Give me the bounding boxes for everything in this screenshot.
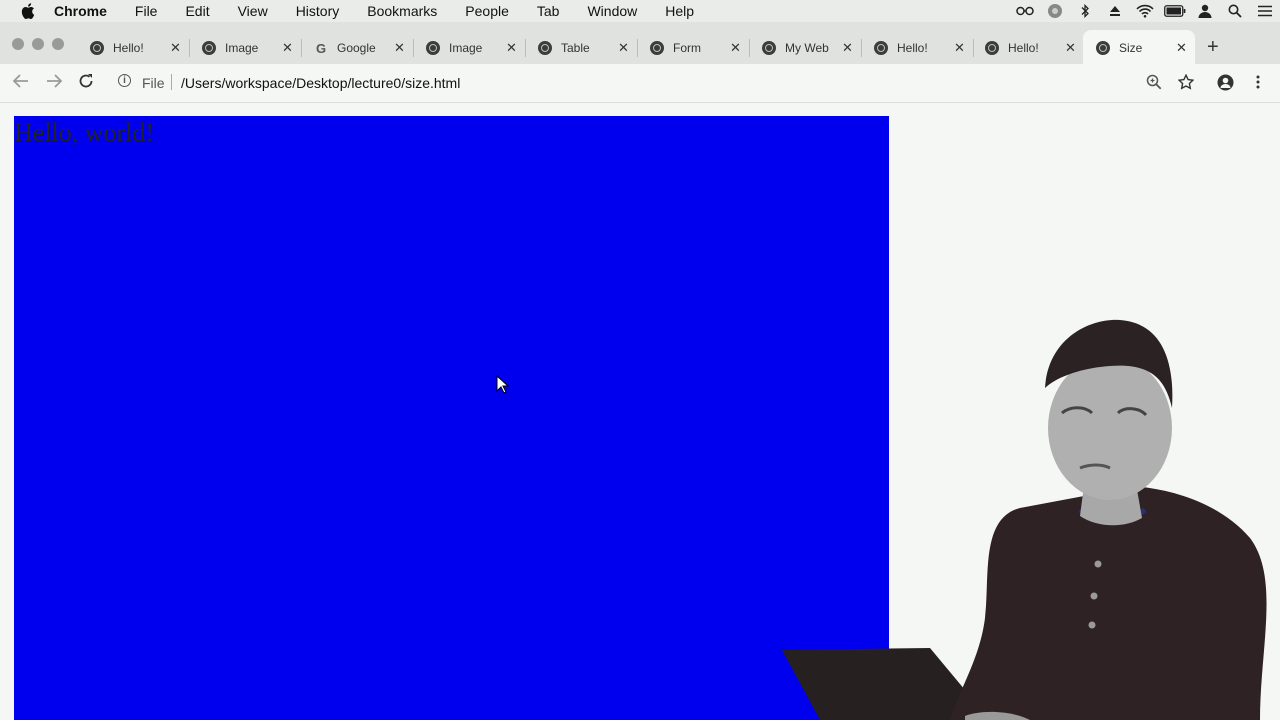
tab-divider <box>749 39 750 57</box>
tab-divider <box>637 39 638 57</box>
user-account-icon[interactable] <box>1190 0 1220 22</box>
tab-close-icon[interactable]: ✕ <box>394 40 405 56</box>
tab-title: My Web <box>785 41 829 55</box>
menu-app-chrome[interactable]: Chrome <box>52 3 121 19</box>
site-info-icon[interactable]: i <box>118 74 131 87</box>
globe-icon <box>762 41 776 55</box>
tab-close-icon[interactable]: ✕ <box>506 40 517 56</box>
tab-title: Table <box>561 41 590 55</box>
glasses-icon[interactable] <box>1010 0 1040 22</box>
tab-close-icon[interactable]: ✕ <box>1065 40 1076 56</box>
window-minimize-button[interactable] <box>32 38 44 50</box>
wifi-icon[interactable] <box>1130 0 1160 22</box>
tab-title: Image <box>225 41 259 55</box>
globe-icon <box>985 41 999 55</box>
tab-title: Hello! <box>1008 41 1039 55</box>
globe-icon <box>90 41 104 55</box>
menu-help[interactable]: Help <box>651 3 708 19</box>
tab-title: Size <box>1119 41 1143 55</box>
menu-window[interactable]: Window <box>573 3 651 19</box>
tab-close-icon[interactable]: ✕ <box>618 40 629 56</box>
tab-divider <box>973 39 974 57</box>
sized-blue-div: Hello, world! <box>14 116 889 720</box>
menu-people[interactable]: People <box>451 3 523 19</box>
globe-icon <box>1096 41 1110 55</box>
tab-image-1[interactable]: Image ✕ <box>202 36 293 60</box>
tab-close-icon[interactable]: ✕ <box>282 40 293 56</box>
tab-hello-3[interactable]: Hello! ✕ <box>985 36 1076 60</box>
tab-divider <box>861 39 862 57</box>
tab-divider <box>525 39 526 57</box>
kebab-menu-icon[interactable] <box>1255 74 1261 94</box>
tab-close-icon[interactable]: ✕ <box>730 40 741 56</box>
address-bar-url[interactable]: /Users/workspace/Desktop/lecture0/size.h… <box>181 75 460 91</box>
forward-arrow-icon[interactable] <box>45 73 63 93</box>
menu-history[interactable]: History <box>282 3 354 19</box>
tab-hello-1[interactable]: Hello! ✕ <box>90 36 181 60</box>
globe-icon <box>202 41 216 55</box>
tab-title: Form <box>673 41 701 55</box>
tab-close-icon[interactable]: ✕ <box>1176 40 1187 56</box>
window-close-button[interactable] <box>12 38 24 50</box>
tab-size-active[interactable]: Size ✕ <box>1096 36 1187 60</box>
sync-status-icon[interactable] <box>1040 0 1070 22</box>
tab-divider <box>413 39 414 57</box>
reload-icon[interactable] <box>78 73 94 93</box>
page-heading-text: Hello, world! <box>14 118 155 147</box>
tab-title: Hello! <box>113 41 144 55</box>
zoom-icon[interactable] <box>1146 74 1162 94</box>
tab-divider <box>189 39 190 57</box>
globe-icon <box>538 41 552 55</box>
menu-bookmarks[interactable]: Bookmarks <box>353 3 451 19</box>
tab-google[interactable]: G Google ✕ <box>314 36 405 60</box>
presenter-video-overlay <box>782 319 1267 720</box>
google-icon: G <box>315 40 327 56</box>
window-zoom-button[interactable] <box>52 38 64 50</box>
bluetooth-icon[interactable] <box>1070 0 1100 22</box>
menu-view[interactable]: View <box>224 3 282 19</box>
menu-file[interactable]: File <box>121 3 172 19</box>
tab-table[interactable]: Table ✕ <box>538 36 629 60</box>
menu-tab[interactable]: Tab <box>523 3 574 19</box>
globe-icon <box>650 41 664 55</box>
new-tab-plus-icon[interactable]: + <box>1207 36 1219 58</box>
notification-center-icon[interactable] <box>1250 0 1280 22</box>
tab-close-icon[interactable]: ✕ <box>954 40 965 56</box>
tab-title: Google <box>337 41 376 55</box>
url-scheme-label: File <box>142 75 165 91</box>
tab-title: Image <box>449 41 483 55</box>
spotlight-search-icon[interactable] <box>1220 0 1250 22</box>
tab-title: Hello! <box>897 41 928 55</box>
tab-image-2[interactable]: Image ✕ <box>426 36 517 60</box>
url-divider <box>171 74 172 90</box>
apple-icon[interactable] <box>18 3 38 19</box>
eject-icon[interactable] <box>1100 0 1130 22</box>
bookmark-star-icon[interactable] <box>1177 73 1195 94</box>
globe-icon <box>874 41 888 55</box>
tab-my-web[interactable]: My Web ✕ <box>762 36 853 60</box>
tab-form[interactable]: Form ✕ <box>650 36 741 60</box>
tab-divider <box>301 39 302 57</box>
menu-edit[interactable]: Edit <box>171 3 223 19</box>
tab-close-icon[interactable]: ✕ <box>170 40 181 56</box>
profile-avatar-icon[interactable] <box>1217 74 1234 95</box>
tab-close-icon[interactable]: ✕ <box>842 40 853 56</box>
battery-icon[interactable] <box>1160 0 1190 22</box>
globe-icon <box>426 41 440 55</box>
tab-hello-2[interactable]: Hello! ✕ <box>874 36 965 60</box>
menu-bar: Chrome File Edit View History Bookmarks … <box>0 0 1280 22</box>
back-arrow-icon[interactable] <box>12 73 30 93</box>
mouse-pointer-icon <box>496 375 510 394</box>
